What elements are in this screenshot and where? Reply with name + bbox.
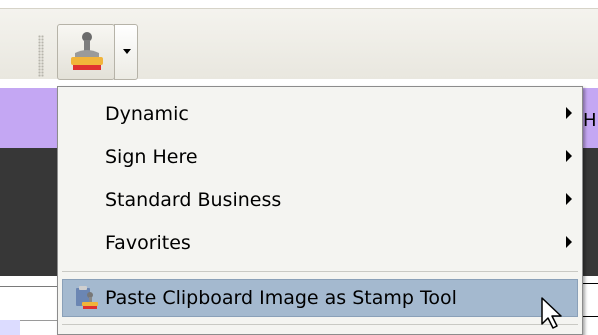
menu-separator [62,324,578,325]
mouse-cursor-icon [541,297,562,329]
menu-item-label: Paste Clipboard Image as Stamp Tool [105,287,457,309]
background-edge-text: H [583,110,597,131]
toolbar-grip[interactable] [38,35,44,77]
stamp-dropdown-menu: Dynamic Sign Here Standard Business Favo… [57,86,583,335]
stamp-icon [71,32,103,70]
paste-stamp-icon [76,286,98,309]
submenu-arrow-icon [566,107,572,119]
menu-item-label: Dynamic [105,103,189,125]
menu-item-sign-here[interactable]: Sign Here [58,135,582,178]
background-tab [0,320,20,335]
submenu-arrow-icon [566,150,572,162]
stamp-tool-button[interactable] [57,24,115,80]
menu-separator [62,271,578,272]
menu-item-label: Favorites [105,232,191,254]
toolbar [0,8,598,80]
background-divider [0,286,63,287]
menu-item-favorites[interactable]: Favorites [58,221,582,264]
menu-item-label: Standard Business [105,189,282,211]
menu-item-standard-business[interactable]: Standard Business [58,178,582,221]
submenu-arrow-icon [566,236,572,248]
menu-item-paste-clipboard-stamp[interactable]: Paste Clipboard Image as Stamp Tool [62,279,578,317]
menu-item-label: Sign Here [105,146,198,168]
stamp-dropdown-arrow[interactable] [114,24,138,80]
submenu-arrow-icon [566,193,572,205]
menu-item-dynamic[interactable]: Dynamic [58,92,582,135]
